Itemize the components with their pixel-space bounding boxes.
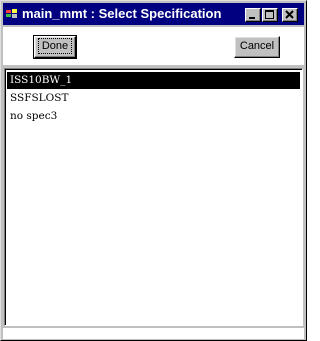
specification-list[interactable]: ISS10BW_1 SSFSLOST no spec3 (4, 68, 303, 326)
minimize-button[interactable] (245, 8, 261, 22)
select-specification-window: main_mmt : Select Specification Done Can… (0, 0, 307, 341)
done-button-label: Done (37, 38, 73, 54)
cancel-button-label: Cancel (239, 40, 275, 52)
minimize-icon (249, 17, 255, 19)
window-title: main_mmt : Select Specification (22, 6, 222, 21)
app-icon (6, 9, 17, 18)
title-bar[interactable]: main_mmt : Select Specification (3, 3, 304, 25)
list-item[interactable]: no spec3 (7, 108, 300, 125)
maximize-icon (265, 10, 274, 19)
button-bar: Done Cancel (3, 27, 304, 65)
close-button[interactable] (282, 8, 298, 22)
done-button[interactable]: Done (33, 35, 77, 59)
status-area (3, 328, 304, 339)
list-item[interactable]: ISS10BW_1 (7, 72, 300, 89)
list-item[interactable]: SSFSLOST (7, 90, 300, 107)
cancel-button[interactable]: Cancel (234, 36, 280, 58)
maximize-button[interactable] (262, 8, 278, 22)
close-icon (285, 10, 294, 19)
